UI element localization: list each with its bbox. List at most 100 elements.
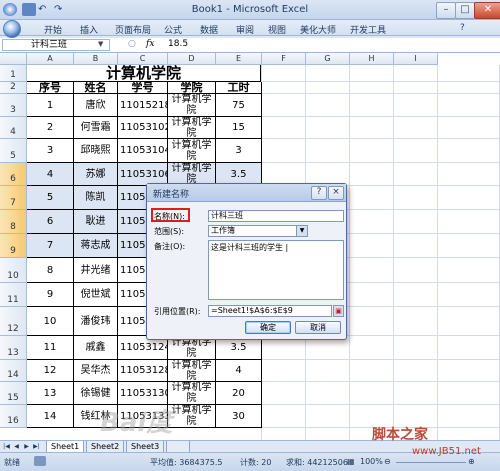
data-cell[interactable]: 15 [216,117,262,139]
data-cell[interactable]: 计算机学院 [168,117,216,139]
row-header-10[interactable]: 10 [0,258,27,283]
data-cell[interactable]: 计算机学院 [168,360,216,382]
scope-dropdown-icon[interactable]: ▼ [296,226,307,236]
row-header-12[interactable]: 12 [0,307,27,336]
data-cell[interactable]: 14 [27,405,74,428]
maximize-button[interactable]: □ [455,2,475,19]
normal-view-icon[interactable]: ▦ [347,457,355,466]
data-cell[interactable]: 11053128 [118,360,168,382]
data-cell[interactable]: 30 [216,405,262,428]
ref-input[interactable]: =Sheet1!$A$6:$E$9 [208,305,332,317]
data-cell[interactable]: 井光绪 [74,258,118,283]
data-cell[interactable]: 何雪霜 [74,117,118,139]
zoom-level[interactable]: 100% [360,457,383,466]
data-cell[interactable]: 戚鑫 [74,336,118,360]
sheet-title-cell[interactable]: 计算机学院 [27,65,261,82]
data-cell[interactable]: 计算机学院 [168,382,216,405]
data-cell[interactable]: 陈凯 [74,186,118,210]
row-header-8[interactable]: 8 [0,210,27,234]
office-button[interactable] [3,20,21,38]
header-cell[interactable]: 工时 [216,82,262,94]
data-cell[interactable]: 13 [27,382,74,405]
dialog-help-button[interactable]: ? [311,186,327,200]
collapse-dialog-icon[interactable]: ▣ [333,305,344,317]
data-cell[interactable]: 10 [27,307,74,336]
data-cell[interactable]: 11 [27,336,74,360]
row-header-5[interactable]: 5 [0,139,27,163]
name-box[interactable]: 计科三班 [2,39,110,51]
last-sheet-icon[interactable]: ▶| [32,442,41,451]
minimize-button[interactable]: – [436,2,456,19]
data-cell[interactable]: 8 [27,258,74,283]
row-header-16[interactable]: 16 [0,405,27,428]
data-cell[interactable]: 邱晓熙 [74,139,118,163]
data-cell[interactable]: 唐欣 [74,94,118,117]
tab-beautify[interactable]: 美化大师 [300,23,336,36]
close-button[interactable]: ✕ [474,2,500,19]
data-cell[interactable]: 计算机学院 [168,405,216,428]
next-sheet-icon[interactable]: ▶ [22,442,31,451]
scope-select[interactable]: 工作簿 ▼ [208,225,308,237]
name-box-dropdown-icon[interactable]: ▼ [98,40,103,48]
row-header-1[interactable]: 1 [0,65,27,82]
data-cell[interactable]: 20 [216,382,262,405]
formula-input[interactable]: 18.5 [168,39,188,50]
name-input[interactable]: 计科三班 [208,210,344,222]
tab-formulas[interactable]: 公式 [164,23,182,36]
row-header-6[interactable]: 6 [0,163,27,186]
data-cell[interactable]: 倪世斌 [74,283,118,307]
column-header-e[interactable]: E [216,53,262,65]
row-header-2[interactable]: 2 [0,82,27,94]
tab-data[interactable]: 数据 [200,23,218,36]
header-cell[interactable]: 学号 [118,82,168,94]
data-cell[interactable]: 4 [27,163,74,186]
column-header-h[interactable]: H [350,53,394,65]
data-cell[interactable]: 2 [27,117,74,139]
tab-review[interactable]: 审阅 [236,23,254,36]
column-header-g[interactable]: G [306,53,350,65]
zoom-slider[interactable] [396,462,466,463]
header-cell[interactable]: 序号 [27,82,74,94]
data-cell[interactable]: 75 [216,94,262,117]
tab-page-layout[interactable]: 页面布局 [115,23,151,36]
data-cell[interactable]: 9 [27,283,74,307]
row-header-7[interactable]: 7 [0,186,27,210]
column-header-a[interactable]: A [27,53,74,65]
ok-button[interactable]: 确定 [245,321,291,334]
cancel-button[interactable]: 取消 [295,321,341,334]
data-cell[interactable]: 4 [216,360,262,382]
prev-sheet-icon[interactable]: ◀ [12,442,21,451]
data-cell[interactable]: 3 [27,139,74,163]
insert-function-button[interactable]: fx [146,39,154,49]
column-header-i[interactable]: I [394,53,438,65]
header-cell[interactable]: 学院 [168,82,216,94]
first-sheet-icon[interactable]: |◀ [2,442,11,451]
select-all-corner[interactable] [0,53,27,65]
tab-home[interactable]: 开始 [44,23,62,36]
macro-record-icon[interactable] [34,456,46,466]
data-cell[interactable]: 耿进 [74,210,118,234]
row-header-4[interactable]: 4 [0,117,27,139]
data-cell[interactable]: 6 [27,210,74,234]
comment-textarea[interactable]: 这是计科三班的学生 | [208,240,344,300]
help-icon[interactable]: ? [460,23,465,33]
data-cell[interactable]: 11015218 [118,94,168,117]
data-cell[interactable]: 5 [27,186,74,210]
data-cell[interactable]: 吴华杰 [74,360,118,382]
data-cell[interactable]: 1 [27,94,74,117]
dialog-close-button[interactable]: × [328,186,344,200]
data-cell[interactable]: 计算机学院 [168,94,216,117]
tab-developer[interactable]: 开发工具 [350,23,386,36]
data-cell[interactable]: 计算机学院 [168,139,216,163]
data-cell[interactable]: 3 [216,139,262,163]
data-cell[interactable]: 7 [27,234,74,258]
tab-view[interactable]: 视图 [268,23,286,36]
zoom-out-icon[interactable]: ⊖ [384,457,391,466]
data-cell[interactable]: 11053102 [118,117,168,139]
header-cell[interactable]: 姓名 [74,82,118,94]
data-cell[interactable]: 11053104 [118,139,168,163]
data-cell[interactable]: 潘俊玮 [74,307,118,336]
row-header-15[interactable]: 15 [0,382,27,405]
row-header-11[interactable]: 11 [0,283,27,307]
zoom-in-icon[interactable]: ⊕ [468,457,475,466]
